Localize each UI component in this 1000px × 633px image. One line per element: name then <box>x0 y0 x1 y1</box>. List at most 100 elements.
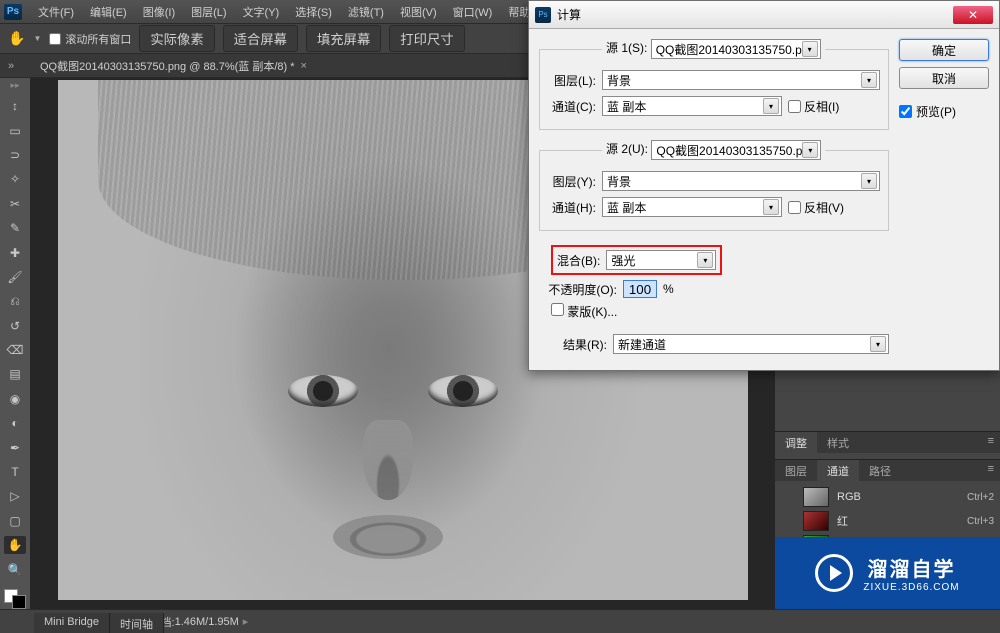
lasso-tool[interactable]: ⊃ <box>4 146 26 164</box>
source1-layer-value: 背景 <box>607 72 631 89</box>
layer-tabs: 图层 通道 路径 ≡ <box>775 459 1000 481</box>
tab-paths[interactable]: 路径 <box>859 460 901 481</box>
stamp-tool[interactable]: ⎌ <box>4 292 26 310</box>
doc-info-value: 1.46M/1.95M <box>175 616 239 628</box>
eraser-tool[interactable]: ⌫ <box>4 341 26 359</box>
calculations-dialog: Ps 计算 ✕ 源 1(S): QQ截图20140303135750.png▾ … <box>528 0 1000 371</box>
blur-tool[interactable]: ◉ <box>4 390 26 408</box>
channel-shortcut: Ctrl+3 <box>967 516 994 527</box>
menu-window[interactable]: 窗口(W) <box>453 4 493 20</box>
menu-edit[interactable]: 编辑(E) <box>90 4 127 20</box>
source1-file-dropdown[interactable]: QQ截图20140303135750.png▾ <box>651 39 821 59</box>
blend-value: 强光 <box>611 252 635 269</box>
ok-button[interactable]: 确定 <box>899 39 989 61</box>
tab-layers[interactable]: 图层 <box>775 460 817 481</box>
source2-group: 源 2(U): QQ截图20140303135750.png▾ 图层(Y):背景… <box>539 140 889 231</box>
path-select-tool[interactable]: ▷ <box>4 487 26 505</box>
tab-styles[interactable]: 样式 <box>817 432 859 453</box>
opacity-input[interactable] <box>623 280 657 298</box>
channel-shortcut: Ctrl+2 <box>967 492 994 503</box>
watermark-title: 溜溜自学 <box>868 553 956 582</box>
source1-file-value: QQ截图20140303135750.png <box>656 41 815 58</box>
history-brush-tool[interactable]: ↺ <box>4 317 26 335</box>
menu-type[interactable]: 文字(Y) <box>243 4 280 20</box>
channel-label: 通道(C): <box>544 98 596 115</box>
mask-checkbox[interactable]: 蒙版(K)... <box>551 303 617 320</box>
scroll-all-label: 滚动所有窗口 <box>65 31 131 47</box>
fill-screen-button[interactable]: 填充屏幕 <box>306 25 381 52</box>
scroll-all-checkbox[interactable]: 滚动所有窗口 <box>49 31 131 47</box>
shape-tool[interactable]: ▢ <box>4 512 26 530</box>
brush-tool[interactable]: 🖌 <box>4 268 26 286</box>
source1-channel-value: 蓝 副本 <box>607 98 646 115</box>
hand-icon: ✋ <box>8 30 25 47</box>
menu-file[interactable]: 文件(F) <box>38 4 74 20</box>
source1-channel-dropdown[interactable]: 蓝 副本▾ <box>602 96 782 116</box>
doc-info-dropdown[interactable]: ▸ <box>243 615 249 628</box>
blend-label: 混合(B): <box>557 252 600 269</box>
source2-channel-dropdown[interactable]: 蓝 副本▾ <box>602 197 782 217</box>
move-tool[interactable]: ↕ <box>4 97 26 115</box>
panel-menu-icon[interactable]: ≡ <box>982 460 1000 481</box>
close-button[interactable]: ✕ <box>953 6 993 24</box>
menu-layer[interactable]: 图层(L) <box>191 4 226 20</box>
source2-file-value: QQ截图20140303135750.png <box>656 142 815 159</box>
wand-tool[interactable]: ✧ <box>4 170 26 188</box>
tab-timeline[interactable]: 时间轴 <box>110 613 164 633</box>
menu-filter[interactable]: 滤镜(T) <box>348 4 384 20</box>
source2-file-dropdown[interactable]: QQ截图20140303135750.png▾ <box>651 140 821 160</box>
source2-layer-dropdown[interactable]: 背景▾ <box>602 171 880 191</box>
menu-view[interactable]: 视图(V) <box>400 4 437 20</box>
invert1-checkbox[interactable]: 反相(I) <box>788 98 839 115</box>
document-tab[interactable]: QQ截图20140303135750.png @ 88.7%(蓝 副本/8) * <box>40 58 295 74</box>
result-label: 结果(R): <box>557 336 607 353</box>
gradient-tool[interactable]: ▤ <box>4 365 26 383</box>
print-size-button[interactable]: 打印尺寸 <box>389 25 464 52</box>
play-icon <box>815 554 853 592</box>
cancel-button[interactable]: 取消 <box>899 67 989 89</box>
crop-tool[interactable]: ✂ <box>4 195 26 213</box>
mask-label: 蒙版(K)... <box>567 305 617 319</box>
tab-mini-bridge[interactable]: Mini Bridge <box>34 613 110 633</box>
fit-screen-button[interactable]: 适合屏幕 <box>223 25 298 52</box>
close-tab-icon[interactable]: × <box>301 60 307 72</box>
blend-highlight: 混合(B): 强光▾ <box>551 245 722 275</box>
menu-image[interactable]: 图像(I) <box>143 4 175 20</box>
zoom-tool[interactable]: 🔍 <box>4 560 26 578</box>
dialog-title: 计算 <box>557 6 953 23</box>
channel-red[interactable]: 红 Ctrl+3 <box>775 509 1000 533</box>
blend-dropdown[interactable]: 强光▾ <box>606 250 716 270</box>
dodge-tool[interactable]: ◐ <box>4 414 26 432</box>
bottom-tabs: Mini Bridge 时间轴 <box>34 613 164 633</box>
pen-tool[interactable]: ✒ <box>4 438 26 456</box>
menu-select[interactable]: 选择(S) <box>295 4 332 20</box>
eyedropper-tool[interactable]: ✎ <box>4 219 26 237</box>
type-tool[interactable]: T <box>4 463 26 481</box>
invert1-label: 反相(I) <box>804 98 839 115</box>
toolbox: ▸▸ ↕ ▭ ⊃ ✧ ✂ ✎ ✚ 🖌 ⎌ ↺ ⌫ ▤ ◉ ◐ ✒ T ▷ ▢ ✋… <box>0 78 30 609</box>
dialog-titlebar[interactable]: Ps 计算 ✕ <box>529 1 999 29</box>
panel-menu-icon[interactable]: ≡ <box>982 432 1000 453</box>
layer-label: 图层(Y): <box>544 173 596 190</box>
invert2-checkbox[interactable]: 反相(V) <box>788 199 844 216</box>
channel-label: 红 <box>837 513 959 529</box>
adjust-tabs: 调整 样式 ≡ <box>775 431 1000 453</box>
preview-checkbox[interactable]: 预览(P) <box>899 103 989 120</box>
watermark-url: ZIXUE.3D66.COM <box>863 582 959 593</box>
source2-channel-value: 蓝 副本 <box>607 199 646 216</box>
layer-label: 图层(L): <box>544 72 596 89</box>
color-swatches[interactable] <box>4 589 26 609</box>
expand-icon[interactable]: » <box>8 60 14 72</box>
tool-preset-dropdown[interactable]: ▼ <box>33 34 41 43</box>
source2-layer-value: 背景 <box>607 173 631 190</box>
hand-tool[interactable]: ✋ <box>4 536 26 554</box>
heal-tool[interactable]: ✚ <box>4 243 26 261</box>
marquee-tool[interactable]: ▭ <box>4 121 26 139</box>
tab-channels[interactable]: 通道 <box>817 460 859 481</box>
toolbox-collapse-icon[interactable]: ▸▸ <box>10 80 19 91</box>
tab-adjustments[interactable]: 调整 <box>775 432 817 453</box>
result-dropdown[interactable]: 新建通道▾ <box>613 334 889 354</box>
source1-layer-dropdown[interactable]: 背景▾ <box>602 70 880 90</box>
channel-rgb[interactable]: RGBCtrl+2 <box>775 485 1000 509</box>
actual-pixels-button[interactable]: 实际像素 <box>139 25 214 52</box>
